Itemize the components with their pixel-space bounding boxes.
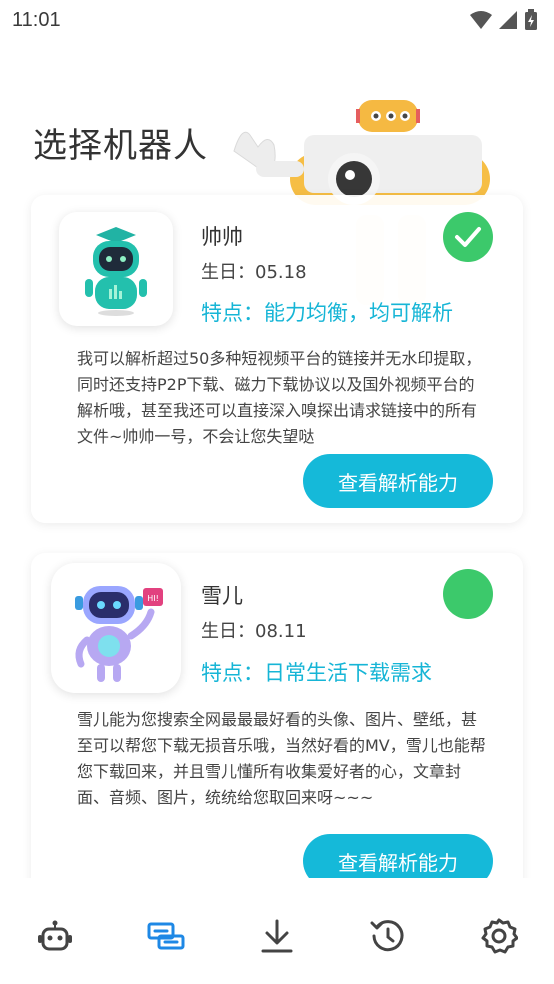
download-icon <box>261 919 293 953</box>
robot-feature: 特点：日常生活下载需求 <box>201 661 432 685</box>
select-robot-button[interactable] <box>443 569 493 619</box>
status-icons <box>470 9 538 31</box>
battery-icon <box>525 9 537 30</box>
robot-birthday: 生日：08.11 <box>201 621 307 642</box>
robot-card-shuaishuai[interactable]: 帅帅 生日：05.18 特点：能力均衡，均可解析 我可以解析超过50多种短视频平… <box>31 195 523 523</box>
status-time: 11:01 <box>12 8 61 31</box>
robot-name: 帅帅 <box>201 225 243 249</box>
nav-robot[interactable] <box>31 912 79 960</box>
nav-download[interactable] <box>253 912 301 960</box>
link-parse-icon <box>147 922 185 950</box>
xueer-robot-icon: HI! <box>75 586 163 682</box>
signal-icon <box>499 11 517 29</box>
robot-card-xueer[interactable]: HI! 雪儿 生日：08.11 特点：日常生活下载需求 雪儿能为您搜索全网最最最… <box>31 553 523 893</box>
view-parse-ability-button[interactable]: 查看解析能力 <box>303 454 493 508</box>
status-bar: 11:01 <box>0 0 554 40</box>
svg-text:HI!: HI! <box>147 594 159 603</box>
robot-description: 雪儿能为您搜索全网最最最好看的头像、图片、壁纸，甚至可以帮您下载无损音乐哦，当然… <box>77 710 486 807</box>
robot-feature: 特点：能力均衡，均可解析 <box>201 301 453 325</box>
nav-settings[interactable] <box>475 912 523 960</box>
settings-icon <box>481 918 518 954</box>
robot-icon <box>38 920 73 951</box>
selected-check-button[interactable] <box>443 212 493 262</box>
check-icon <box>455 227 481 247</box>
robot-name: 雪儿 <box>201 584 243 608</box>
history-icon <box>370 920 404 952</box>
nav-link-parse[interactable] <box>142 912 190 960</box>
robot-avatar <box>59 212 173 326</box>
robot-avatar: HI! <box>51 563 181 693</box>
robot-description: 我可以解析超过50多种短视频平台的链接并无水印提取，同时还支持P2P下载、磁力下… <box>77 349 482 446</box>
wifi-icon <box>470 11 492 29</box>
shuaishuai-robot-icon <box>85 227 147 316</box>
page-title: 选择机器人 <box>33 126 208 166</box>
nav-history[interactable] <box>364 912 412 960</box>
bottom-nav <box>0 880 554 984</box>
robot-birthday: 生日：05.18 <box>201 262 307 283</box>
